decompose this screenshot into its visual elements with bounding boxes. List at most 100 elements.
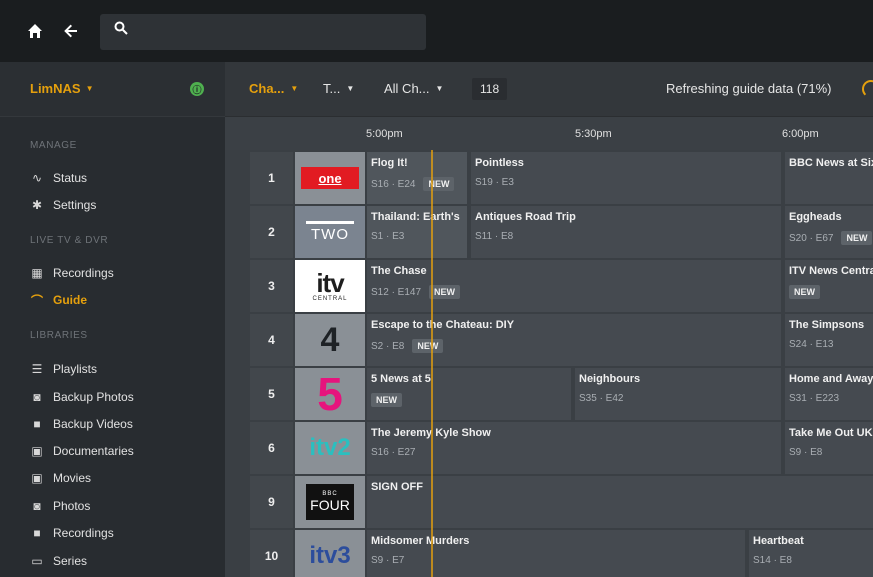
- search-input[interactable]: [140, 22, 410, 42]
- program-cell[interactable]: Take Me Out UK S9 · E8: [785, 422, 873, 474]
- program-cell[interactable]: Eggheads S20 · E67 NEW: [785, 206, 873, 258]
- program-cell[interactable]: Pointless S19 · E3: [471, 152, 783, 204]
- channel-row: 2 TWO Thailand: Earth's S1 · E3 Antiques…: [250, 206, 873, 258]
- search-box[interactable]: [100, 14, 426, 50]
- program-cell[interactable]: The Simpsons S24 · E13: [785, 314, 873, 366]
- guide-icon: ⌒: [30, 293, 43, 308]
- camera-icon: ◙: [33, 499, 41, 513]
- program-cell[interactable]: Escape to the Chateau: DIY S2 · E8 NEW: [367, 314, 783, 366]
- program-cell[interactable]: 5 News at 5 NEW: [367, 368, 573, 420]
- current-time-indicator: [431, 150, 433, 577]
- time-header: 5:00pm 5:30pm 6:00pm: [225, 117, 873, 150]
- sidebar-item-series[interactable]: ▭ Series: [30, 551, 87, 571]
- program-cell[interactable]: BBC News at Six: [785, 152, 873, 204]
- chevron-down-icon: ▼: [346, 84, 355, 93]
- channel-logo-bbc-two[interactable]: TWO: [295, 206, 365, 258]
- chevron-down-icon: ▼: [85, 84, 94, 93]
- section-livetv: LIVE TV & DVR: [30, 235, 109, 246]
- pulse-icon: ∿: [31, 171, 43, 185]
- program-cell[interactable]: Thailand: Earth's S1 · E3: [367, 206, 469, 258]
- channel-logo-channel-4[interactable]: 4: [295, 314, 365, 366]
- sidebar-item-backup-photos[interactable]: ◙ Backup Photos: [30, 387, 133, 407]
- program-cell[interactable]: The Jeremy Kyle Show S16 · E27: [367, 422, 783, 474]
- sidebar-item-backup-videos[interactable]: ■ Backup Videos: [30, 414, 132, 434]
- time-label: 6:00pm: [782, 128, 819, 140]
- bbc-one-logo: one: [301, 167, 359, 189]
- channel-logo-itv[interactable]: itv CENTRAL: [295, 260, 365, 312]
- top-bar: [0, 0, 873, 62]
- channel-row: 1 one Flog It! S16 · E24 NEW Pointless S1…: [250, 152, 873, 204]
- sidebar-item-recordings[interactable]: ▦ Recordings: [30, 263, 113, 283]
- sidebar-item-settings[interactable]: ✱ Settings: [30, 195, 96, 215]
- sidebar-item-guide[interactable]: ⌒ Guide: [30, 290, 87, 310]
- channel-number[interactable]: 5: [250, 368, 293, 420]
- gear-icon: ✱: [31, 198, 43, 212]
- channel-4-logo: 4: [320, 320, 340, 359]
- film-icon: ▣: [31, 471, 43, 485]
- channel-row: 10 itv3 Midsomer Murders S9 · E7 Heartbe…: [250, 530, 873, 577]
- program-cell[interactable]: Flog It! S16 · E24 NEW: [367, 152, 469, 204]
- camera-icon: ◙: [33, 390, 41, 404]
- new-badge: NEW: [412, 339, 444, 353]
- home-icon[interactable]: [24, 20, 46, 42]
- sidebar-item-photos[interactable]: ◙ Photos: [30, 496, 90, 516]
- itv3-logo: itv3: [309, 542, 351, 569]
- program-cell[interactable]: Antiques Road Trip S11 · E8: [471, 206, 783, 258]
- sidebar-item-documentaries[interactable]: ▣ Documentaries: [30, 441, 133, 461]
- new-badge: NEW: [371, 393, 402, 407]
- time-label: 5:00pm: [366, 128, 403, 140]
- program-cell[interactable]: Midsomer Murders S9 · E7: [367, 530, 747, 577]
- time-label: 5:30pm: [575, 128, 612, 140]
- bbc-two-logo: TWO: [306, 221, 354, 243]
- sidebar-item-playlists[interactable]: ☰ Playlists: [30, 359, 97, 379]
- channel-row: 3 itv CENTRAL The Chase S12 · E147 NEW ITV…: [250, 260, 873, 312]
- type-filter-dropdown[interactable]: T... ▼: [323, 81, 354, 96]
- program-cell[interactable]: The Chase S12 · E147 NEW: [367, 260, 783, 312]
- server-selector[interactable]: LimNAS ▼ ⓘ: [0, 62, 225, 117]
- new-badge: NEW: [423, 177, 455, 191]
- new-badge: NEW: [789, 285, 820, 299]
- channel-number[interactable]: 2: [250, 206, 293, 258]
- sidebar-item-status[interactable]: ∿ Status: [30, 168, 87, 188]
- channel-5-logo: 5: [317, 368, 343, 420]
- channel-row: 6 itv2 The Jeremy Kyle Show S16 · E27 Ta…: [250, 422, 873, 474]
- program-cell[interactable]: SIGN OFF: [367, 476, 873, 528]
- channel-logo-itv2[interactable]: itv2: [295, 422, 365, 474]
- channel-logo-channel-5[interactable]: 5: [295, 368, 365, 420]
- back-arrow-icon[interactable]: [60, 20, 82, 42]
- program-cell[interactable]: Neighbours S35 · E42: [575, 368, 783, 420]
- new-badge: NEW: [841, 231, 873, 245]
- itv2-logo: itv2: [309, 434, 351, 461]
- channel-logo-itv3[interactable]: itv3: [295, 530, 365, 577]
- channel-logo-bbc-four[interactable]: BBC FOUR: [295, 476, 365, 528]
- channel-sort-dropdown[interactable]: Cha... ▼: [249, 81, 298, 96]
- chevron-down-icon: ▼: [290, 84, 299, 93]
- section-libraries: LIBRARIES: [30, 330, 88, 341]
- sidebar: LimNAS ▼ ⓘ MANAGE ∿ Status ✱ Settings LIVE …: [0, 62, 225, 577]
- server-name[interactable]: LimNAS ▼: [30, 81, 93, 96]
- channel-number[interactable]: 1: [250, 152, 293, 204]
- channel-logo-bbc-one[interactable]: one: [295, 152, 365, 204]
- program-cell[interactable]: Home and Away S31 · E223: [785, 368, 873, 420]
- channel-count-badge: 118: [472, 78, 508, 100]
- sidebar-item-movies[interactable]: ▣ Movies: [30, 468, 91, 488]
- server-status-icon[interactable]: ⓘ: [190, 82, 204, 96]
- guide-toolbar: Cha... ▼ T... ▼ All Ch... ▼ 118 Refreshing …: [225, 62, 873, 117]
- tv-icon: ▭: [31, 554, 43, 568]
- new-badge: NEW: [429, 285, 461, 299]
- program-cell[interactable]: ITV News Central NEW: [785, 260, 873, 312]
- channel-number[interactable]: 4: [250, 314, 293, 366]
- section-manage: MANAGE: [30, 140, 77, 151]
- sidebar-item-recordings-library[interactable]: ■ Recordings: [30, 523, 113, 543]
- refresh-status-text: Refreshing guide data (71%): [666, 81, 832, 96]
- channel-number[interactable]: 9: [250, 476, 293, 528]
- channel-row: 4 4 Escape to the Chateau: DIY S2 · E8 NE…: [250, 314, 873, 366]
- channel-number[interactable]: 3: [250, 260, 293, 312]
- guide-panel: Cha... ▼ T... ▼ All Ch... ▼ 118 Refreshing …: [225, 62, 873, 577]
- channel-number[interactable]: 6: [250, 422, 293, 474]
- video-icon: ■: [33, 526, 41, 540]
- channel-number[interactable]: 10: [250, 530, 293, 577]
- itv-logo: itv CENTRAL: [295, 260, 365, 312]
- program-cell[interactable]: Heartbeat S14 · E8: [749, 530, 873, 577]
- all-channels-dropdown[interactable]: All Ch... ▼: [384, 81, 443, 96]
